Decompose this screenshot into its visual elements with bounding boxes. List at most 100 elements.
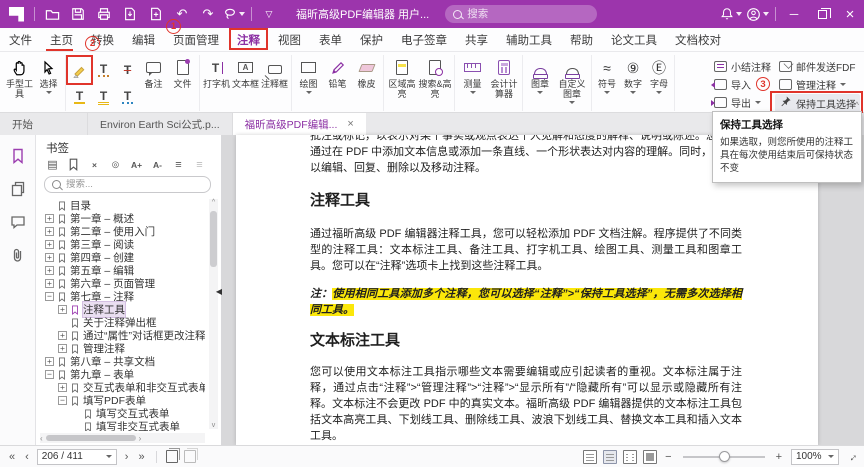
insert-text-button[interactable]: T: [116, 84, 139, 110]
select-tool-button[interactable]: 选择: [34, 55, 63, 94]
tab-accessibility[interactable]: 辅助工具: [497, 28, 561, 51]
print-button[interactable]: [93, 3, 115, 25]
search-highlight-button[interactable]: 搜索&高亮: [418, 55, 452, 99]
scroll-down-icon[interactable]: v: [209, 422, 218, 429]
duplicate-page-icon[interactable]: [184, 450, 196, 463]
expander-icon[interactable]: +: [45, 357, 54, 366]
redo-button[interactable]: ↷: [197, 3, 219, 25]
single-page-view-icon[interactable]: [583, 450, 597, 464]
scrollbar-thumb[interactable]: [46, 435, 136, 441]
area-highlight-button[interactable]: 区域高亮: [386, 55, 418, 99]
expander-icon[interactable]: −: [45, 292, 54, 301]
bookmarks-panel-button[interactable]: [9, 147, 27, 165]
note-comment-button[interactable]: 备注: [139, 55, 168, 89]
scrollbar-thumb[interactable]: [210, 211, 217, 267]
new-tab-page-icon[interactable]: [166, 450, 178, 463]
summary-notes-button[interactable]: 小结注释: [710, 57, 775, 75]
textbox-button[interactable]: A 文本框: [231, 55, 260, 89]
import-comments-button[interactable]: 导入 3: [710, 75, 775, 93]
eraser-button[interactable]: 橡皮: [352, 55, 381, 89]
fit-width-view-icon[interactable]: [603, 450, 617, 464]
measure-button[interactable]: 测量: [457, 55, 488, 94]
export-page-button[interactable]: [119, 3, 141, 25]
strikeout-button[interactable]: T: [116, 57, 139, 83]
close-button[interactable]: ×: [836, 1, 864, 27]
increase-text-size-icon[interactable]: A+: [129, 157, 144, 172]
bookmark-vertical-scrollbar[interactable]: ^ v: [209, 199, 218, 429]
callout-button[interactable]: 注释框: [260, 55, 289, 89]
scroll-up-icon[interactable]: ^: [209, 199, 218, 206]
bookmark-search-input[interactable]: [66, 179, 186, 190]
facing-page-view-icon[interactable]: [623, 450, 637, 464]
global-search-box[interactable]: [445, 5, 597, 23]
start-tab[interactable]: 开始: [0, 113, 88, 135]
zoom-slider-knob[interactable]: [719, 451, 730, 462]
tab-comment[interactable]: 注释: [228, 28, 269, 51]
page-number-input[interactable]: [42, 451, 102, 462]
delete-bookmark-icon[interactable]: ×: [87, 157, 102, 172]
accounting-calculator-button[interactable]: 会计计算器: [488, 55, 520, 99]
hand-tool-button[interactable]: 手型工具: [5, 55, 34, 99]
zoom-in-button[interactable]: +: [771, 451, 787, 463]
tab-share[interactable]: 共享: [456, 28, 497, 51]
tab-help[interactable]: 帮助: [561, 28, 602, 51]
multi-page-view-icon[interactable]: [643, 450, 657, 464]
open-file-button[interactable]: [41, 3, 63, 25]
tab-home[interactable]: 主页: [41, 28, 82, 51]
add-page-button[interactable]: [145, 3, 167, 25]
add-bookmark-icon[interactable]: [66, 157, 81, 172]
bookmark-tree-item[interactable]: 填写非交互式表单: [39, 420, 205, 431]
tab-form[interactable]: 表单: [310, 28, 351, 51]
expander-icon[interactable]: +: [58, 383, 67, 392]
tab-proofread[interactable]: 文档校对: [666, 28, 730, 51]
save-button[interactable]: [67, 3, 89, 25]
customize-toolbar-button[interactable]: ▽: [258, 3, 280, 25]
document-tab-environ[interactable]: Environ Earth Sci公式.p...: [88, 113, 233, 135]
bookmark-horizontal-scrollbar[interactable]: ‹ ›: [40, 433, 205, 443]
manage-comments-button[interactable]: 管理注释: [775, 75, 860, 93]
bookmark-search-box[interactable]: [44, 176, 211, 193]
typewriter-button[interactable]: T 打字机: [202, 55, 231, 89]
comments-panel-button[interactable]: [9, 213, 27, 231]
zoom-level-box[interactable]: 100%: [791, 449, 839, 465]
tab-esign[interactable]: 电子签章: [392, 28, 456, 51]
expander-icon[interactable]: +: [45, 227, 54, 236]
expander-icon[interactable]: +: [45, 266, 54, 275]
custom-stamp-button[interactable]: 自定义图章: [555, 55, 589, 104]
tab-protect[interactable]: 保护: [351, 28, 392, 51]
last-page-button[interactable]: »: [133, 451, 149, 463]
page-number-box[interactable]: [37, 449, 117, 465]
close-tab-icon[interactable]: ×: [347, 118, 353, 130]
expander-icon[interactable]: −: [58, 396, 67, 405]
tab-view[interactable]: 视图: [269, 28, 310, 51]
drawing-button[interactable]: 绘图: [294, 55, 323, 94]
set-destination-icon[interactable]: ◎: [108, 157, 123, 172]
tab-paper-tools[interactable]: 论文工具: [602, 28, 666, 51]
fullscreen-icon[interactable]: ↔: [844, 448, 860, 464]
expander-icon[interactable]: +: [45, 240, 54, 249]
expander-icon[interactable]: +: [45, 279, 54, 288]
symbol-button[interactable]: ≈ 符号: [594, 55, 620, 94]
expander-icon[interactable]: −: [45, 370, 54, 379]
first-page-button[interactable]: «: [4, 451, 20, 463]
expander-icon[interactable]: +: [58, 344, 67, 353]
expand-bookmarks-icon[interactable]: ≡: [171, 157, 186, 172]
letter-button[interactable]: Ⓔ 字母: [646, 55, 672, 94]
lasso-tool-button[interactable]: [223, 3, 245, 25]
global-search-input[interactable]: [467, 8, 577, 20]
export-comments-button[interactable]: 导出: [710, 93, 775, 111]
decrease-text-size-icon[interactable]: A-: [150, 157, 165, 172]
pencil-button[interactable]: 铅笔: [323, 55, 352, 89]
tab-edit[interactable]: 编辑: [123, 28, 164, 51]
keep-tool-selected-button[interactable]: 保持工具选择: [775, 94, 860, 112]
double-underline-button[interactable]: T: [92, 84, 115, 110]
scroll-right-icon[interactable]: ›: [139, 434, 142, 443]
zoom-out-button[interactable]: −: [660, 451, 676, 463]
tab-file[interactable]: 文件: [0, 28, 41, 51]
stamp-button[interactable]: 图章: [525, 55, 555, 94]
restore-button[interactable]: [808, 1, 836, 27]
underline-button[interactable]: T: [68, 84, 91, 110]
attachments-panel-button[interactable]: [9, 246, 27, 264]
squiggly-underline-button[interactable]: T: [92, 57, 115, 83]
next-page-button[interactable]: ›: [120, 451, 134, 463]
